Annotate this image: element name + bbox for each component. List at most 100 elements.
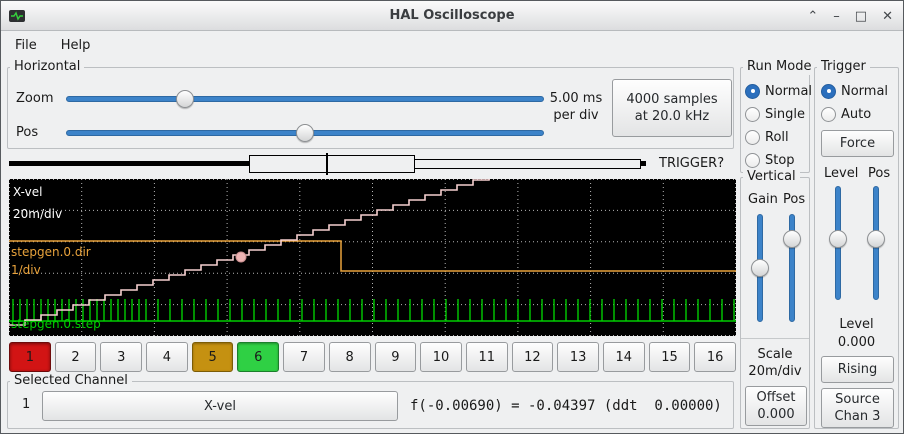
- channel-button-6[interactable]: 6: [237, 342, 279, 372]
- hal-oscilloscope-window: HAL Oscilloscope ⌃ – □ ✕ File Help Horiz…: [0, 0, 904, 434]
- time-per-div-units: per div: [544, 107, 608, 124]
- zoom-label: Zoom: [16, 91, 53, 107]
- channel-button-15[interactable]: 15: [649, 342, 691, 372]
- samples-button-line1: 4000 samples: [626, 91, 717, 108]
- run-mode-stop[interactable]: Stop: [745, 151, 795, 169]
- shade-icon[interactable]: ⌃: [807, 10, 818, 23]
- zoom-slider-trough[interactable]: [66, 96, 544, 102]
- window-title: HAL Oscilloscope: [1, 8, 903, 23]
- channel-button-2[interactable]: 2: [55, 342, 97, 372]
- radio-icon[interactable]: [821, 84, 836, 99]
- run-mode-stop-label: Stop: [765, 153, 795, 168]
- vertical-group-title: Vertical: [743, 169, 800, 185]
- vertical-pos-label: Pos: [783, 192, 805, 208]
- selected-channel-group-title: Selected Channel: [10, 373, 132, 389]
- trigger-mode-auto[interactable]: Auto: [821, 105, 871, 123]
- trigger-level-value: 0.000: [815, 334, 898, 351]
- channel-button-11[interactable]: 11: [466, 342, 508, 372]
- menubar: File Help: [1, 31, 903, 59]
- trigger-pos-slider[interactable]: [867, 186, 885, 300]
- channel-button-3[interactable]: 3: [100, 342, 142, 372]
- pos-slider[interactable]: [66, 124, 544, 142]
- record-position-bar[interactable]: TRIGGER?: [9, 153, 736, 175]
- trigger-mode-normal[interactable]: Normal: [821, 82, 888, 100]
- zoom-slider[interactable]: [66, 90, 544, 108]
- trigger-group: Trigger Normal Auto Force Level Pos Leve…: [814, 67, 899, 429]
- samples-button[interactable]: 4000 samples at 20.0 kHz: [612, 79, 732, 137]
- vertical-gain-slider[interactable]: [751, 214, 769, 322]
- channel-button-13[interactable]: 13: [557, 342, 599, 372]
- vertical-offset-value: 0.000: [757, 406, 794, 423]
- vertical-pos-handle[interactable]: [783, 230, 801, 248]
- maximize-icon[interactable]: □: [855, 10, 867, 23]
- radio-icon[interactable]: [821, 107, 836, 122]
- selected-channel-number: 1: [22, 397, 30, 413]
- menu-file[interactable]: File: [15, 38, 37, 53]
- trigger-source-line2: Chan 3: [835, 408, 881, 425]
- channel5-scale-label: 1/div: [11, 263, 41, 277]
- channel-button-1[interactable]: 1: [9, 342, 51, 372]
- run-mode-group-title: Run Mode: [743, 59, 815, 75]
- vertical-pos-slider[interactable]: [783, 214, 801, 322]
- trigger-mode-auto-label: Auto: [841, 107, 871, 122]
- trigger-level-handle[interactable]: [829, 230, 847, 248]
- scope-display[interactable]: X-vel 20m/div stepgen.0.dir 1/div stepge…: [9, 179, 736, 336]
- run-mode-single[interactable]: Single: [745, 105, 805, 123]
- vertical-scale-value: 20m/div: [741, 363, 809, 380]
- pos-slider-handle[interactable]: [296, 124, 314, 142]
- trigger-source-line1: Source: [835, 391, 880, 408]
- trigger-edge-button[interactable]: Rising: [821, 356, 894, 383]
- trigger-level-slider[interactable]: [829, 186, 847, 300]
- radio-icon[interactable]: [745, 84, 760, 99]
- radio-icon[interactable]: [745, 153, 760, 168]
- channel-buttons: 12345678910111213141516: [9, 342, 736, 372]
- minimize-icon[interactable]: –: [833, 10, 840, 23]
- zoom-slider-handle[interactable]: [176, 90, 194, 108]
- radio-icon[interactable]: [745, 130, 760, 145]
- titlebar[interactable]: HAL Oscilloscope ⌃ – □ ✕: [1, 1, 903, 31]
- channel1-scale-label: 20m/div: [13, 207, 62, 221]
- vertical-scale-caption: Scale: [741, 346, 809, 363]
- channel-button-10[interactable]: 10: [420, 342, 462, 372]
- run-mode-roll[interactable]: Roll: [745, 128, 789, 146]
- channel-button-8[interactable]: 8: [329, 342, 371, 372]
- channel-button-4[interactable]: 4: [146, 342, 188, 372]
- channel-button-7[interactable]: 7: [283, 342, 325, 372]
- channel-button-16[interactable]: 16: [694, 342, 736, 372]
- menu-help[interactable]: Help: [61, 38, 91, 53]
- channel-button-9[interactable]: 9: [375, 342, 417, 372]
- run-mode-single-label: Single: [765, 107, 805, 122]
- trigger-level-column-label: Level: [824, 166, 858, 182]
- channel-button-5[interactable]: 5: [192, 342, 234, 372]
- channel-button-14[interactable]: 14: [603, 342, 645, 372]
- time-per-div-label: 5.00 ms per div: [544, 90, 608, 124]
- trigger-question-label: TRIGGER?: [659, 156, 724, 171]
- selected-channel-group: Selected Channel 1 X-vel f(-0.00690) = -…: [7, 381, 734, 429]
- pos-label: Pos: [16, 125, 38, 141]
- radio-icon[interactable]: [745, 107, 760, 122]
- vertical-gain-handle[interactable]: [751, 259, 769, 277]
- scope-canvas: [9, 179, 736, 336]
- view-window-box[interactable]: [249, 155, 415, 173]
- channel-button-12[interactable]: 12: [512, 342, 554, 372]
- channel5-name-label: stepgen.0.dir: [11, 245, 91, 259]
- trigger-mode-normal-label: Normal: [841, 84, 888, 99]
- close-icon[interactable]: ✕: [882, 10, 893, 23]
- vertical-gain-label: Gain: [748, 192, 778, 208]
- vertical-group: Vertical Gain Pos Scale 20m/div Offset 0…: [740, 177, 810, 429]
- channel6-name-label: stepgen.0.step: [11, 317, 101, 331]
- time-per-div-value: 5.00 ms: [544, 90, 608, 107]
- trigger-pos-column-label: Pos: [868, 166, 890, 182]
- samples-button-line2: at 20.0 kHz: [635, 108, 709, 125]
- horizontal-group: Horizontal Zoom Pos 5.00 ms per div 4000…: [7, 67, 734, 149]
- selected-channel-readout: f(-0.00690) = -0.04397 (ddt 0.00000): [410, 398, 722, 414]
- trigger-pos-handle[interactable]: [867, 230, 885, 248]
- trigger-level-caption: Level: [815, 316, 898, 333]
- trigger-source-button[interactable]: Source Chan 3: [821, 388, 894, 428]
- trigger-position-marker[interactable]: [326, 153, 328, 175]
- run-mode-normal[interactable]: Normal: [745, 82, 812, 100]
- force-button[interactable]: Force: [821, 130, 894, 157]
- vertical-offset-caption: Offset: [756, 389, 795, 406]
- selected-channel-name-button[interactable]: X-vel: [42, 391, 398, 421]
- vertical-offset-button[interactable]: Offset 0.000: [745, 386, 807, 426]
